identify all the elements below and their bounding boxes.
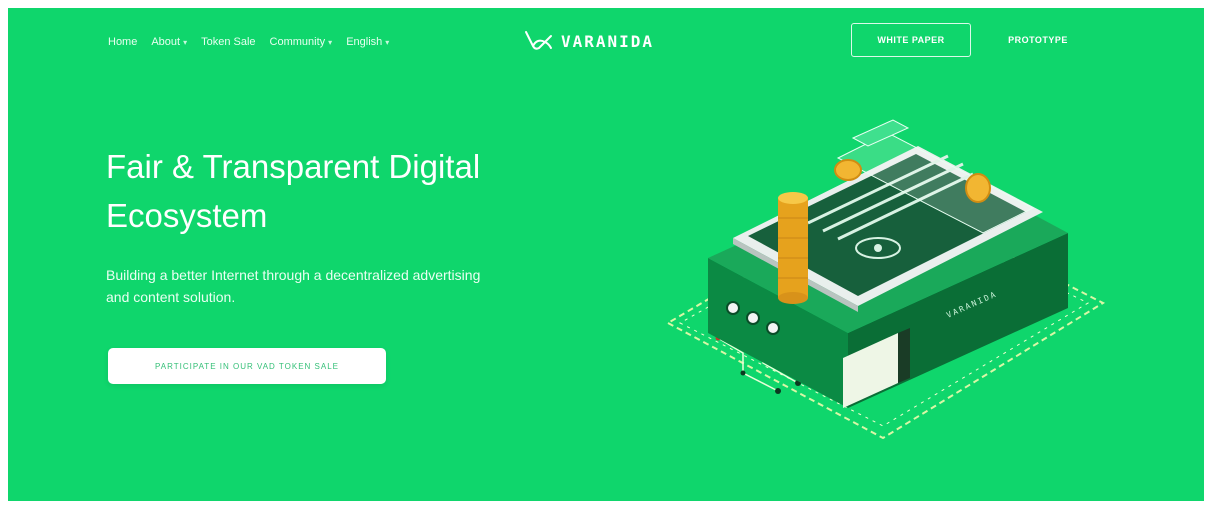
hero-title: Fair & Transparent Digital Ecosystem: [106, 142, 626, 240]
logo-text: VARANIDA: [561, 31, 655, 51]
hero-subtitle: Building a better Internet through a dec…: [106, 264, 616, 308]
nav-label: Token Sale: [201, 36, 256, 48]
hero-subtitle-line: and content solution.: [106, 289, 236, 305]
nav-item-community[interactable]: Community ▾: [270, 36, 333, 48]
varanida-logo-icon: [525, 31, 552, 50]
prototype-button[interactable]: PROTOTYPE: [998, 23, 1078, 57]
caret-down-icon: ▾: [183, 37, 188, 47]
coin-icon: [965, 173, 991, 203]
hero-title-line: Fair & Transparent Digital: [106, 148, 481, 185]
hero-title-line: Ecosystem: [106, 197, 268, 234]
brand-logo[interactable]: VARANIDA: [523, 28, 654, 54]
nav-label: English: [346, 36, 383, 48]
coin-stack: [778, 192, 808, 304]
hero-section: Home About ▾ Token Sale Community ▾ Englis…: [8, 8, 1204, 501]
nav-item-about[interactable]: About ▾: [151, 36, 187, 48]
hero-subtitle-line: Building a better Internet through a dec…: [106, 267, 481, 283]
nav-item-language[interactable]: English ▾: [346, 36, 389, 48]
white-paper-button[interactable]: WHITE PAPER: [851, 23, 971, 57]
nav-label: Home: [108, 36, 138, 48]
nav-label: Community: [269, 36, 326, 48]
nav-item-home[interactable]: Home: [108, 36, 137, 48]
caret-down-icon: ▾: [328, 37, 333, 47]
main-nav: Home About ▾ Token Sale Community ▾ Englis…: [108, 30, 389, 54]
device-illustration: VARANIDA: [665, 119, 1106, 440]
nav-label: About: [151, 36, 181, 48]
coin-icon: [834, 159, 862, 181]
caret-down-icon: ▾: [385, 37, 390, 47]
nav-item-token-sale[interactable]: Token Sale: [201, 36, 255, 48]
token-sale-cta-button[interactable]: PARTICIPATE IN OUR VAD TOKEN SALE: [108, 348, 386, 384]
